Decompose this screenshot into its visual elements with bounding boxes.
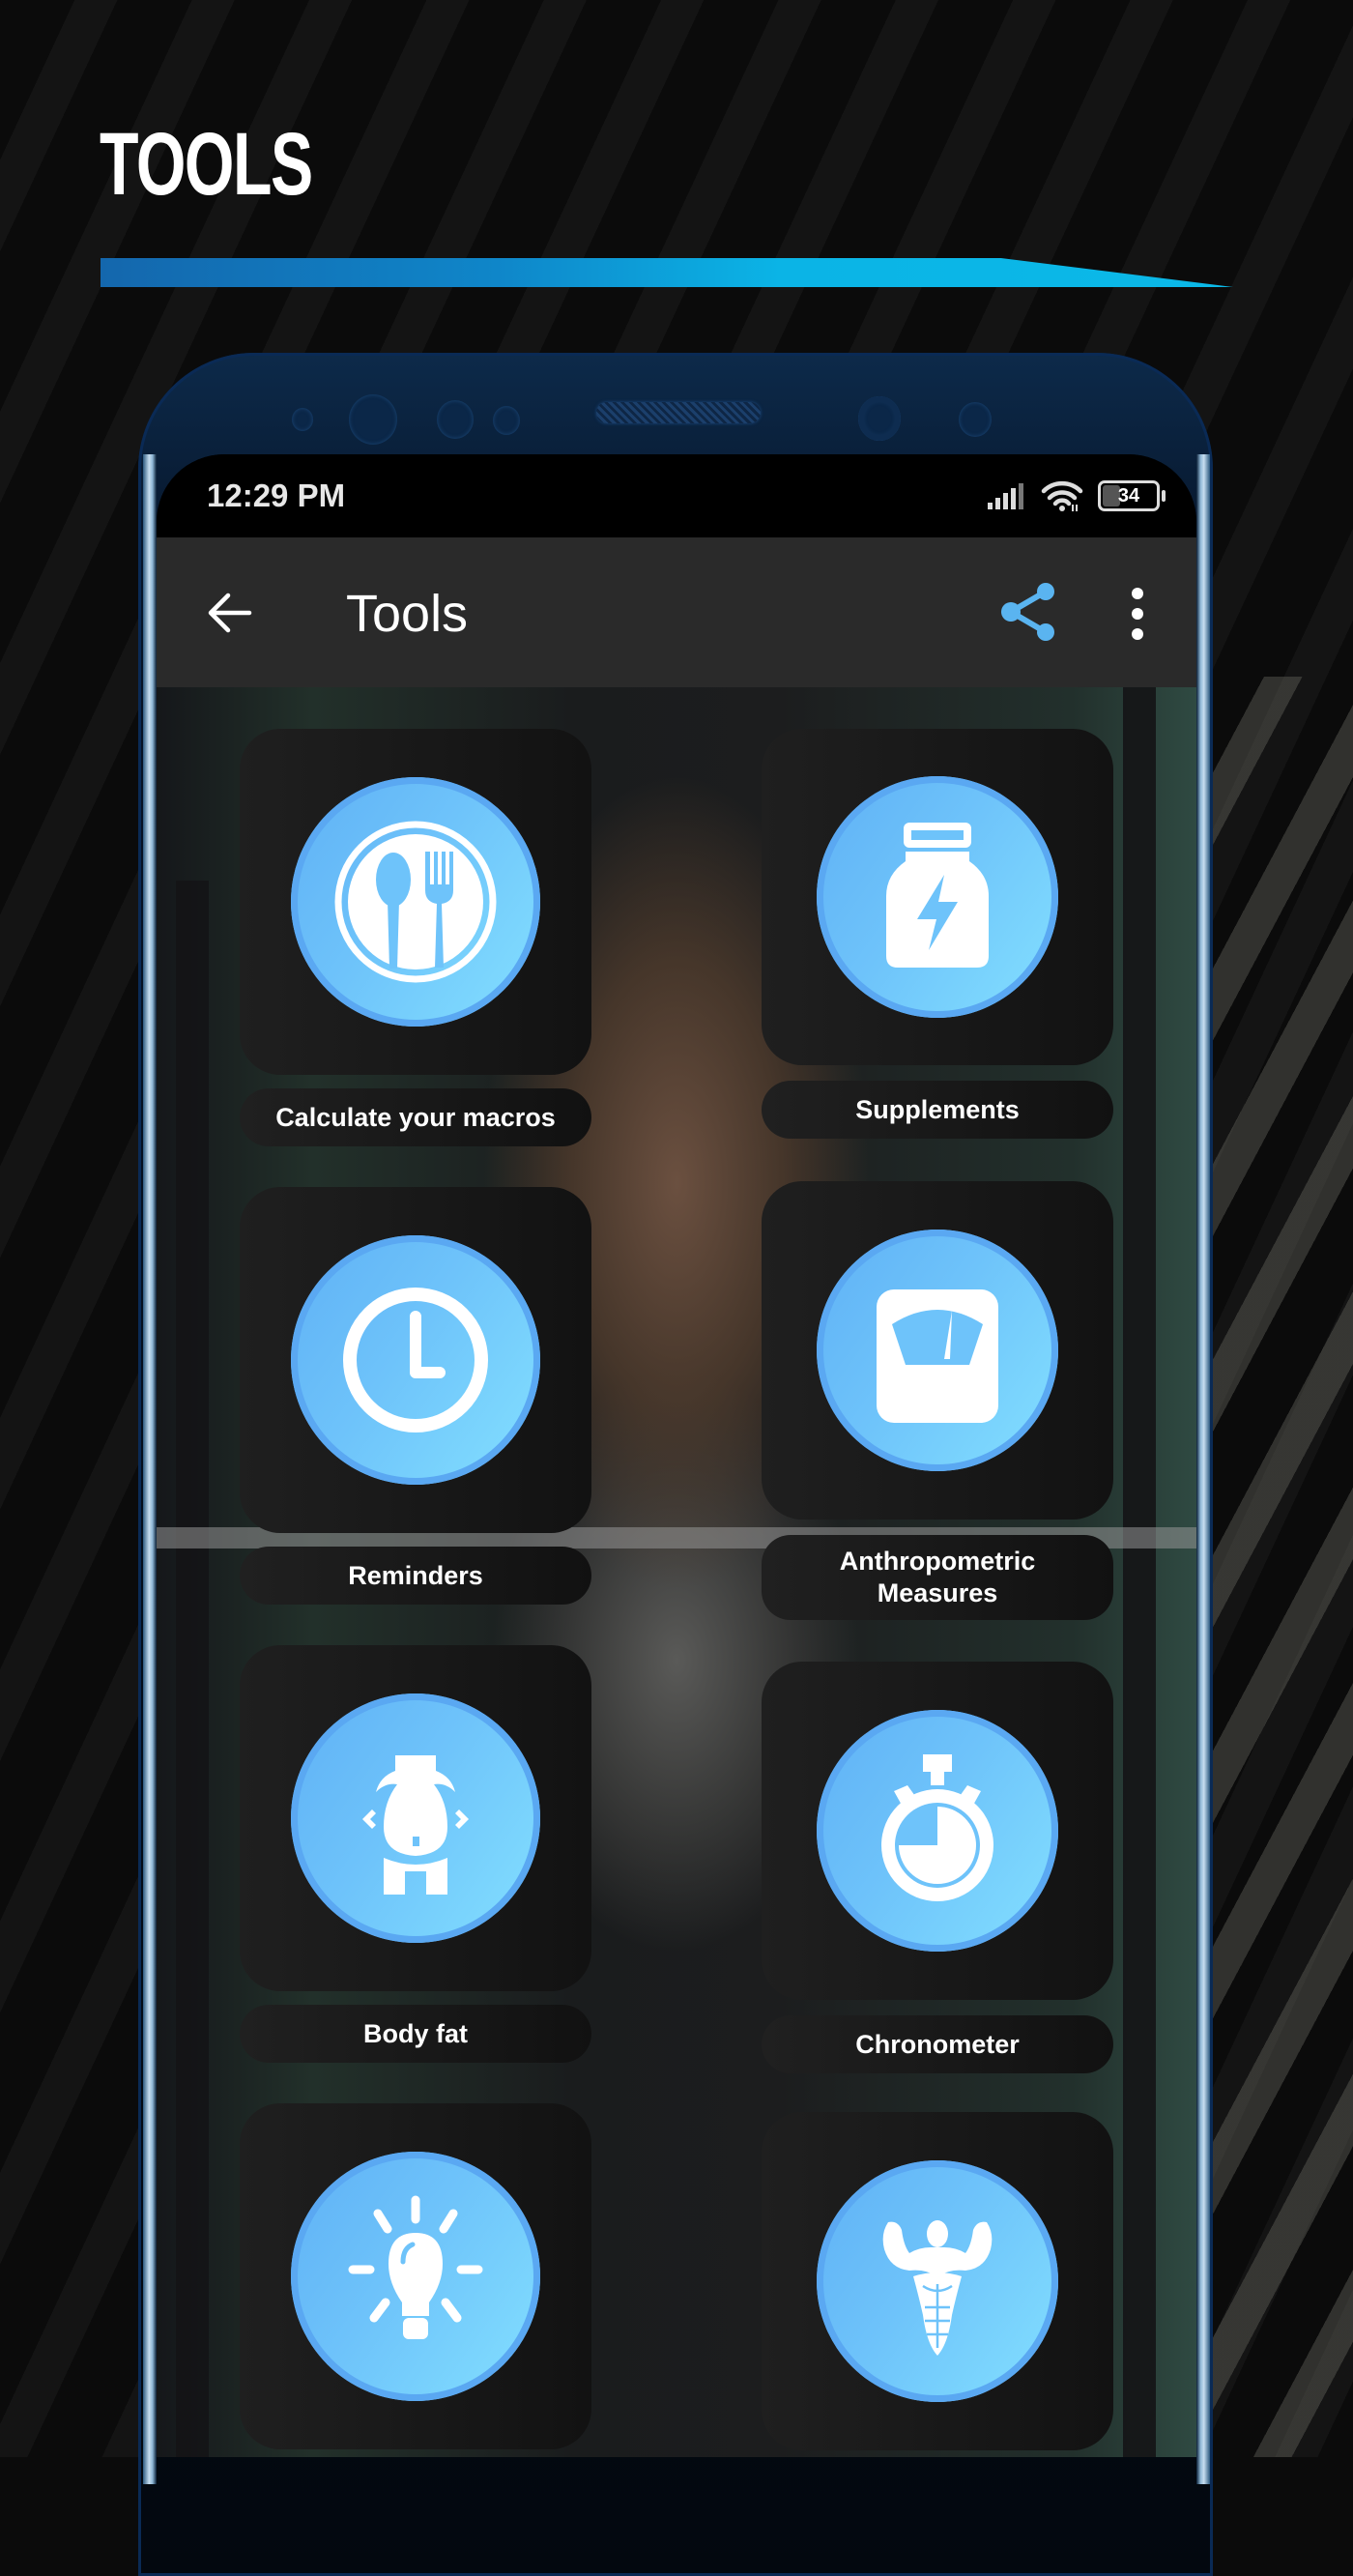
status-icons: 34 [986, 479, 1166, 512]
tool-label[interactable]: Body fat [240, 2005, 591, 2063]
battery-icon: 34 [1098, 480, 1166, 511]
background-pattern-right [1198, 677, 1353, 2457]
tool-card-body-fat[interactable] [240, 1645, 591, 1991]
status-bar: 12:29 PM 34 [157, 454, 1196, 537]
more-vertical-icon [1132, 588, 1143, 640]
arrow-left-icon [208, 593, 252, 633]
back-button[interactable] [203, 586, 257, 640]
tools-grid: Calculate your macros Supplements Remind… [157, 687, 1196, 2457]
icon-circle [291, 2152, 540, 2401]
stopwatch-icon [881, 1754, 993, 1901]
signal-icon [988, 483, 1023, 509]
supplement-jar-icon [886, 823, 989, 968]
background-pole [176, 881, 209, 2457]
tool-card-training[interactable] [762, 2112, 1113, 2450]
phone-edge-right [1196, 454, 1210, 2484]
lightbulb-icon [348, 2195, 483, 2339]
front-camera-icon [349, 394, 397, 445]
promo-title: TOOLS [100, 115, 313, 214]
tool-label[interactable]: Supplements [762, 1081, 1113, 1139]
tool-card-tips[interactable] [240, 2103, 591, 2449]
tool-card-anthropometric[interactable] [762, 1181, 1113, 1520]
icon-circle [291, 777, 540, 1027]
tool-card-reminders[interactable] [240, 1187, 591, 1533]
background-pole [1123, 687, 1156, 2457]
sensor-icon [493, 406, 520, 435]
phone-edge-left [143, 454, 157, 2484]
share-icon [1001, 583, 1054, 641]
share-button[interactable] [997, 580, 1061, 644]
bodybuilder-icon [882, 2220, 993, 2356]
battery-percent: 34 [1117, 484, 1140, 507]
tool-card-chronometer[interactable] [762, 1662, 1113, 2000]
tool-card-supplements[interactable] [762, 729, 1113, 1065]
phone-screen: 12:29 PM 34 Tools Calculate your macros … [157, 454, 1196, 2457]
tool-label[interactable]: Chronometer [762, 2015, 1113, 2073]
icon-circle [817, 776, 1058, 1018]
iris-camera-icon [858, 396, 901, 441]
status-time: 12:29 PM [207, 478, 346, 513]
clock-icon [343, 1288, 488, 1433]
icon-circle [291, 1693, 540, 1943]
sensor-icon [959, 402, 992, 437]
sensor-icon [437, 400, 474, 439]
page-title: Tools [346, 585, 469, 643]
icon-circle [817, 2160, 1058, 2402]
scale-icon [877, 1289, 998, 1423]
wifi-icon [1041, 480, 1083, 511]
tool-card-macros[interactable] [240, 729, 591, 1075]
icon-circle [817, 1710, 1058, 1952]
icon-circle [291, 1235, 540, 1485]
more-options-button[interactable] [1123, 582, 1152, 646]
icon-circle [817, 1230, 1058, 1471]
earpiece-speaker [596, 402, 761, 423]
tool-label[interactable]: Calculate your macros [240, 1088, 591, 1146]
app-bar: Tools [157, 537, 1196, 687]
sensor-icon [292, 408, 313, 431]
tool-label[interactable]: Anthropometric Measures [762, 1535, 1113, 1620]
tool-label[interactable]: Reminders [240, 1547, 591, 1605]
body-fat-icon [362, 1755, 469, 1895]
plate-cutlery-icon [334, 821, 497, 983]
